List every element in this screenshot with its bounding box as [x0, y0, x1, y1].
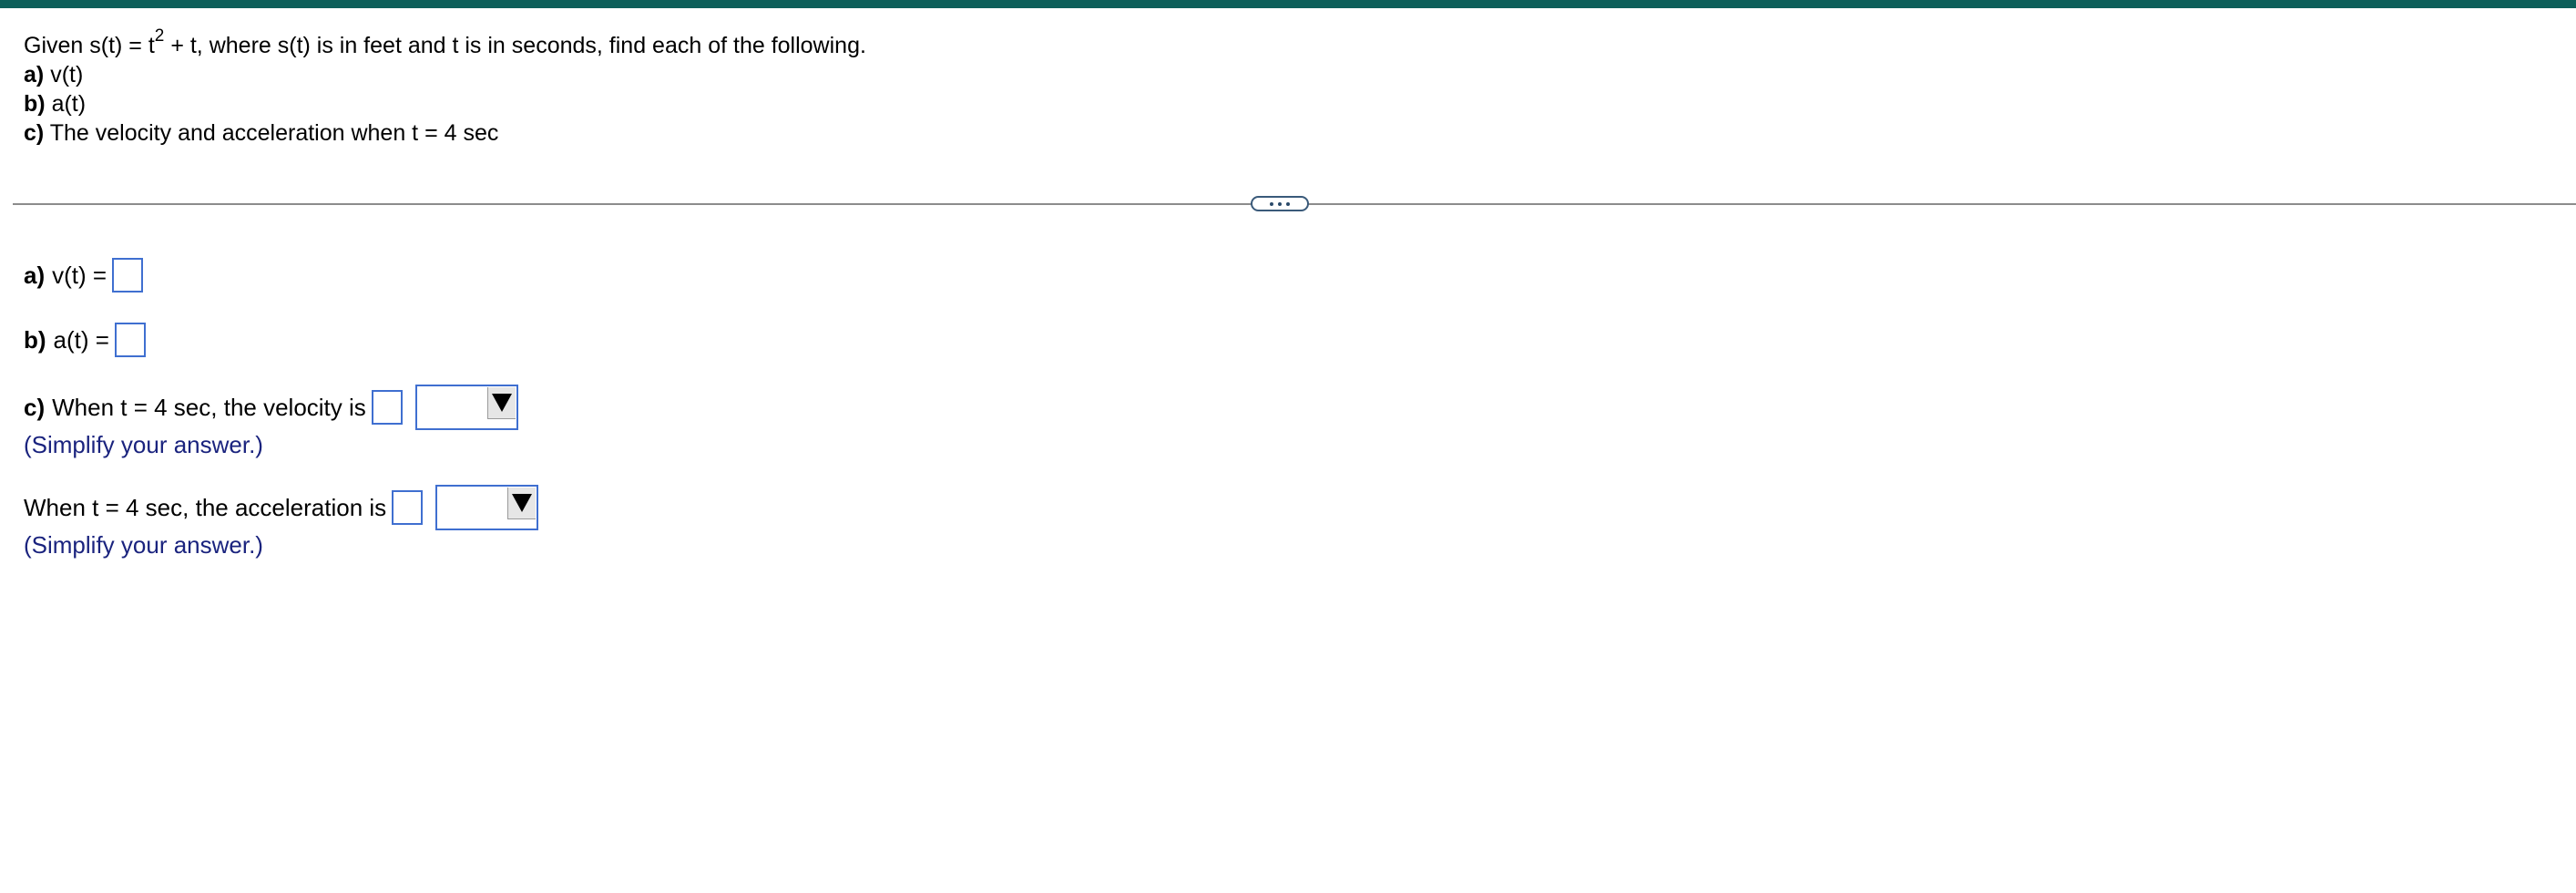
acceleration-function-input[interactable] — [114, 323, 146, 357]
answer-b-label: b) — [24, 326, 46, 354]
answer-a-label: a) — [24, 262, 46, 289]
question-exponent: 2 — [154, 26, 165, 46]
answer-row-c: c) When t = 4 sec, the velocity is — [24, 385, 518, 430]
answer-row-a: a) v(t) = — [24, 258, 144, 293]
question-part-a-text: v(t) — [50, 62, 84, 87]
expand-button[interactable] — [1251, 196, 1309, 211]
ellipsis-icon — [1286, 201, 1290, 206]
question-part-b-label: b) — [24, 91, 46, 117]
answer-c-label: c) — [24, 394, 46, 421]
acceleration-value-input[interactable] — [392, 490, 424, 525]
question-part-b-text: a(t) — [51, 91, 87, 117]
answer-a-text: v(t) = — [52, 262, 107, 289]
ellipsis-icon — [1278, 201, 1282, 206]
velocity-unit-dropdown[interactable] — [414, 385, 518, 430]
question-intro-prefix: Given s(t) = t — [24, 33, 155, 58]
acceleration-hint: (Simplify your answer.) — [24, 531, 263, 559]
triangle-down-icon[interactable] — [486, 387, 516, 419]
question-text: Given s(t) = t2 + t, where s(t) is in fe… — [24, 27, 866, 148]
answer-d-text: When t = 4 sec, the acceleration is — [24, 494, 387, 521]
velocity-hint: (Simplify your answer.) — [24, 431, 263, 458]
ellipsis-icon — [1270, 201, 1273, 206]
answer-b-text: a(t) = — [53, 326, 109, 354]
question-part-c: c) The velocity and acceleration when t … — [24, 118, 866, 148]
velocity-function-input[interactable] — [112, 258, 144, 293]
triangle-down-icon[interactable] — [507, 488, 537, 519]
question-part-a: a) v(t) — [24, 60, 866, 89]
question-part-c-label: c) — [24, 120, 45, 146]
top-bar — [0, 0, 2576, 8]
acceleration-unit-dropdown[interactable] — [435, 485, 539, 530]
velocity-value-input[interactable] — [371, 390, 403, 425]
question-intro-suffix: + t, where s(t) is in feet and t is in s… — [164, 33, 866, 58]
question-part-a-label: a) — [24, 62, 45, 87]
question-part-c-text: The velocity and acceleration when t = 4… — [49, 120, 499, 146]
question-part-b: b) a(t) — [24, 89, 866, 118]
answer-c-text: When t = 4 sec, the velocity is — [52, 394, 366, 421]
answer-row-b: b) a(t) = — [24, 323, 146, 357]
question-intro: Given s(t) = t2 + t, where s(t) is in fe… — [24, 27, 866, 60]
answer-row-d: When t = 4 sec, the acceleration is — [24, 485, 539, 530]
